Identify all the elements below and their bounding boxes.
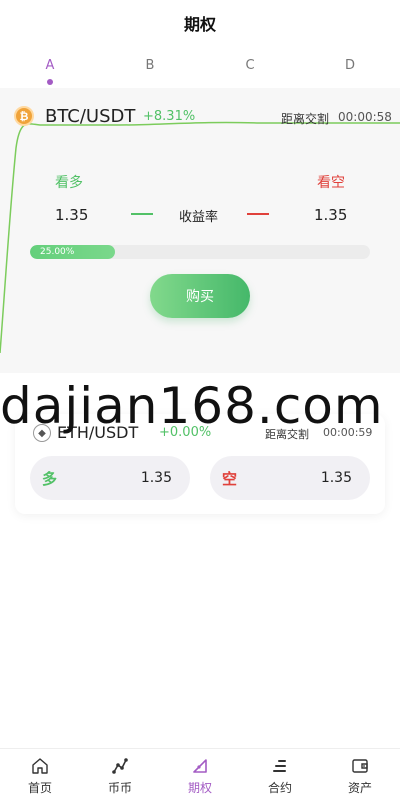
tab-d[interactable]: D [330, 58, 370, 73]
yield-rate-label: 收益率 [179, 210, 219, 225]
tab-label: C [245, 58, 255, 73]
long-key: 多 [42, 469, 58, 488]
tabbar-label: 期权 [187, 781, 212, 795]
tabbar-item-options[interactable]: 期权 [160, 749, 240, 800]
page-header: 期权 [0, 0, 400, 46]
tabbar-label: 币币 [107, 781, 132, 795]
long-label[interactable]: 看多 [55, 172, 83, 192]
tab-label: D [344, 58, 355, 73]
long-indicator-line [131, 213, 153, 215]
coin-exchange-icon [112, 758, 128, 774]
short-indicator-line [247, 213, 269, 215]
tabbar-item-assets[interactable]: 资产 [320, 749, 400, 800]
watermark-text: dajian168.com [0, 377, 384, 435]
short-label[interactable]: 看空 [317, 172, 345, 192]
contract-icon [273, 760, 286, 772]
tab-b[interactable]: B [130, 58, 170, 73]
tabbar-item-home[interactable]: 首页 [0, 749, 80, 800]
option-tabs: A B C D [0, 52, 400, 88]
pair-change: +8.31% [143, 109, 196, 124]
tab-a[interactable]: A [30, 58, 70, 85]
short-value: 1.35 [320, 470, 352, 486]
long-value: 1.35 [140, 470, 172, 486]
price-curve [0, 121, 400, 354]
short-value: 1.35 [314, 206, 348, 224]
long-value: 1.35 [55, 206, 89, 224]
short-key: 空 [222, 469, 238, 488]
long-button[interactable]: 多 1.35 [30, 456, 190, 500]
page-title: 期权 [183, 15, 216, 34]
btc-option-card: ₿ BTC/USDT +8.31% 距离交割 00:00:58 看多 看空 1.… [0, 88, 400, 373]
tabbar-label: 资产 [347, 781, 372, 795]
home-icon [32, 758, 48, 774]
options-icon [193, 759, 207, 773]
tab-c[interactable]: C [230, 58, 270, 73]
buy-button[interactable]: 购买 [150, 274, 250, 318]
tab-label: A [45, 58, 55, 73]
progress-bar: 25.00% [30, 245, 370, 259]
tabbar-item-coin[interactable]: 币币 [80, 749, 160, 800]
active-tab-dot [47, 79, 53, 85]
pair-name: BTC/USDT [45, 106, 136, 127]
short-button[interactable]: 空 1.35 [210, 456, 370, 500]
bitcoin-icon: ₿ [14, 106, 34, 126]
delivery-countdown: 00:00:58 [338, 110, 392, 124]
tabbar-label: 合约 [267, 781, 292, 795]
delivery-label: 距离交割 [281, 112, 330, 126]
tabbar-label: 首页 [27, 781, 52, 795]
wallet-icon [352, 759, 368, 773]
tab-label: B [145, 58, 155, 73]
bottom-tabbar: 首页 币币 期权 合约 资产 [0, 748, 400, 800]
progress-fill: 25.00% [30, 245, 115, 259]
tabbar-item-contract[interactable]: 合约 [240, 749, 320, 800]
